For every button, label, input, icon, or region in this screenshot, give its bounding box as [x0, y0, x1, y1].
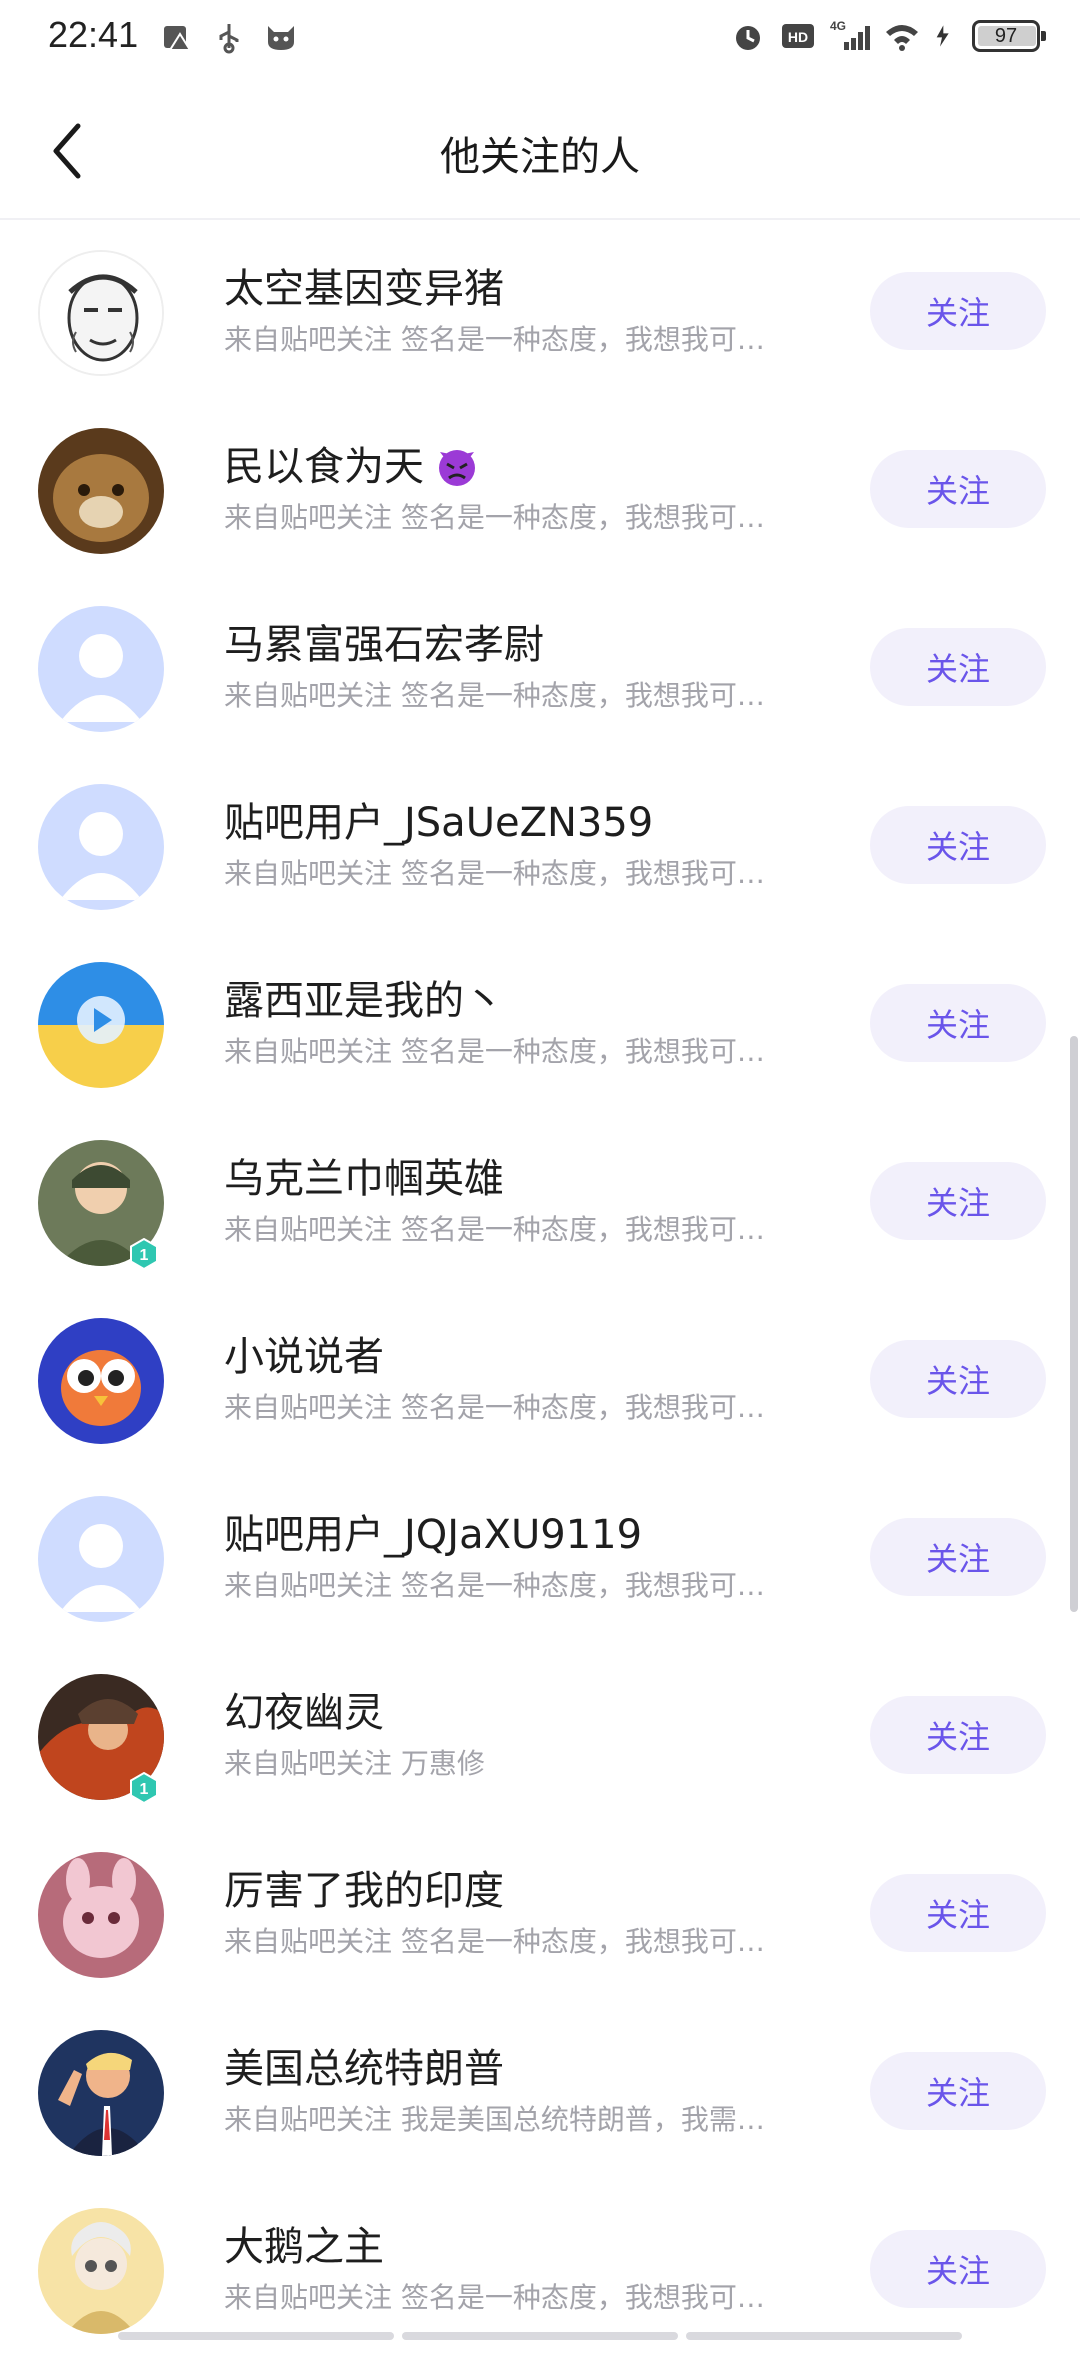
default-avatar-icon [38, 784, 164, 910]
user-description: 来自贴吧关注 我是美国总统特朗普，我需… [224, 2103, 765, 2136]
sim-warning-icon [160, 20, 194, 54]
wifi-icon [886, 25, 918, 51]
follow-button[interactable]: 关注 [870, 2052, 1046, 2130]
status-right-icons: HD 4G 97 [730, 18, 1046, 54]
follow-button[interactable]: 关注 [870, 272, 1046, 350]
default-avatar-icon [38, 1496, 164, 1622]
user-name: 美国总统特朗普 [224, 2046, 504, 2092]
user-description: 来自贴吧关注 签名是一种态度，我想我可… [224, 1925, 765, 1958]
user-name: 太空基因变异猪 [224, 266, 504, 312]
scrollbar[interactable] [1070, 1036, 1078, 1612]
alarm-icon [736, 26, 760, 50]
hd-icon: HD [782, 24, 814, 48]
list-item[interactable]: 民以食为天 来自贴吧关注 签名是一种态度，我想我可… 关注 [0, 398, 1080, 576]
following-list: 太空基因变异猪 来自贴吧关注 签名是一种态度，我想我可… 关注 民以食为天 来自… [0, 220, 1080, 2356]
list-item[interactable]: 1 乌克兰巾帼英雄 来自贴吧关注 签名是一种态度，我想我可… 关注 [0, 1110, 1080, 1288]
follow-button[interactable]: 关注 [870, 984, 1046, 1062]
user-description: 来自贴吧关注 签名是一种态度，我想我可… [224, 1391, 765, 1424]
bottom-indicator-segment [686, 2332, 962, 2340]
status-left-icons [160, 20, 298, 54]
app-header: 他关注的人 [0, 84, 1080, 220]
user-name: 大鹅之主 [224, 2224, 384, 2270]
avatar[interactable] [38, 962, 164, 1088]
user-name: 小说说者 [224, 1334, 384, 1380]
user-name: 露西亚是我的丶 [224, 978, 504, 1024]
battery-icon: 97 [972, 20, 1046, 52]
bottom-indicator-segment [118, 2332, 394, 2340]
list-item[interactable]: 厉害了我的印度 来自贴吧关注 签名是一种态度，我想我可… 关注 [0, 1822, 1080, 2000]
svg-text:4G: 4G [830, 19, 846, 33]
avatar[interactable] [38, 1852, 164, 1978]
list-item[interactable]: 太空基因变异猪 来自贴吧关注 签名是一种态度，我想我可… 关注 [0, 220, 1080, 398]
list-item[interactable]: 露西亚是我的丶 来自贴吧关注 签名是一种态度，我想我可… 关注 [0, 932, 1080, 1110]
list-item[interactable]: 大鹅之主 来自贴吧关注 签名是一种态度，我想我可… 关注 [0, 2178, 1080, 2356]
user-name: 幻夜幽灵 [224, 1690, 384, 1736]
user-name: 马累富强石宏孝尉 [224, 622, 544, 668]
user-description: 来自贴吧关注 签名是一种态度，我想我可… [224, 501, 765, 534]
follow-button[interactable]: 关注 [870, 1162, 1046, 1240]
follow-button[interactable]: 关注 [870, 1340, 1046, 1418]
avatar[interactable] [38, 606, 164, 732]
angry-devil-emoji-icon [439, 450, 475, 486]
status-time: 22:41 [48, 14, 139, 55]
list-item[interactable]: 1 幻夜幽灵 来自贴吧关注 万惠修 关注 [0, 1644, 1080, 1822]
list-item[interactable]: 贴吧用户_JSaUeZN359 来自贴吧关注 签名是一种态度，我想我可… 关注 [0, 754, 1080, 932]
app-notification-icon [264, 20, 298, 54]
avatar[interactable] [38, 1318, 164, 1444]
user-description: 来自贴吧关注 签名是一种态度，我想我可… [224, 857, 765, 890]
badge-level: 1 [140, 1247, 149, 1264]
svg-text:HD: HD [788, 29, 808, 45]
default-avatar-icon [38, 606, 164, 732]
level-badge-icon: 1 [130, 1238, 158, 1270]
list-item[interactable]: 贴吧用户_JQJaXU9119 来自贴吧关注 签名是一种态度，我想我可… 关注 [0, 1466, 1080, 1644]
user-name-text: 民以食为天 [224, 444, 424, 490]
follow-button[interactable]: 关注 [870, 1874, 1046, 1952]
list-item[interactable]: 小说说者 来自贴吧关注 签名是一种态度，我想我可… 关注 [0, 1288, 1080, 1466]
usb-icon [212, 20, 246, 54]
user-description: 来自贴吧关注 签名是一种态度，我想我可… [224, 1035, 765, 1068]
user-description: 来自贴吧关注 签名是一种态度，我想我可… [224, 323, 765, 356]
user-description: 来自贴吧关注 万惠修 [224, 1747, 485, 1780]
charging-icon [936, 25, 949, 47]
status-bar: 22:41 HD 4G 97 [0, 0, 1080, 84]
battery-percent: 97 [994, 25, 1018, 47]
bottom-indicator-segment [402, 2332, 678, 2340]
user-description: 来自贴吧关注 签名是一种态度，我想我可… [224, 1569, 765, 1602]
bottom-indicator [118, 2332, 962, 2340]
badge-level: 1 [140, 1781, 149, 1798]
signal-4g-icon: 4G [830, 19, 870, 50]
user-name: 贴吧用户_JQJaXU9119 [224, 1512, 643, 1558]
follow-button[interactable]: 关注 [870, 806, 1046, 884]
user-name: 贴吧用户_JSaUeZN359 [224, 800, 654, 846]
list-item[interactable]: 马累富强石宏孝尉 来自贴吧关注 签名是一种态度，我想我可… 关注 [0, 576, 1080, 754]
avatar[interactable] [38, 428, 164, 554]
avatar[interactable] [38, 784, 164, 910]
user-description: 来自贴吧关注 签名是一种态度，我想我可… [224, 679, 765, 712]
user-name: 乌克兰巾帼英雄 [224, 1156, 504, 1202]
user-description: 来自贴吧关注 签名是一种态度，我想我可… [224, 1213, 765, 1246]
avatar[interactable] [38, 250, 164, 376]
avatar[interactable] [38, 2208, 164, 2334]
user-description: 来自贴吧关注 签名是一种态度，我想我可… [224, 2281, 765, 2314]
follow-button[interactable]: 关注 [870, 2230, 1046, 2308]
level-badge-icon: 1 [130, 1772, 158, 1804]
user-name: 厉害了我的印度 [224, 1868, 504, 1914]
page-title: 他关注的人 [440, 134, 640, 180]
follow-button[interactable]: 关注 [870, 450, 1046, 528]
avatar[interactable] [38, 2030, 164, 2156]
follow-button[interactable]: 关注 [870, 628, 1046, 706]
avatar[interactable] [38, 1496, 164, 1622]
list-item[interactable]: 美国总统特朗普 来自贴吧关注 我是美国总统特朗普，我需… 关注 [0, 2000, 1080, 2178]
follow-button[interactable]: 关注 [870, 1696, 1046, 1774]
follow-button[interactable]: 关注 [870, 1518, 1046, 1596]
user-name: 民以食为天 [224, 434, 480, 492]
